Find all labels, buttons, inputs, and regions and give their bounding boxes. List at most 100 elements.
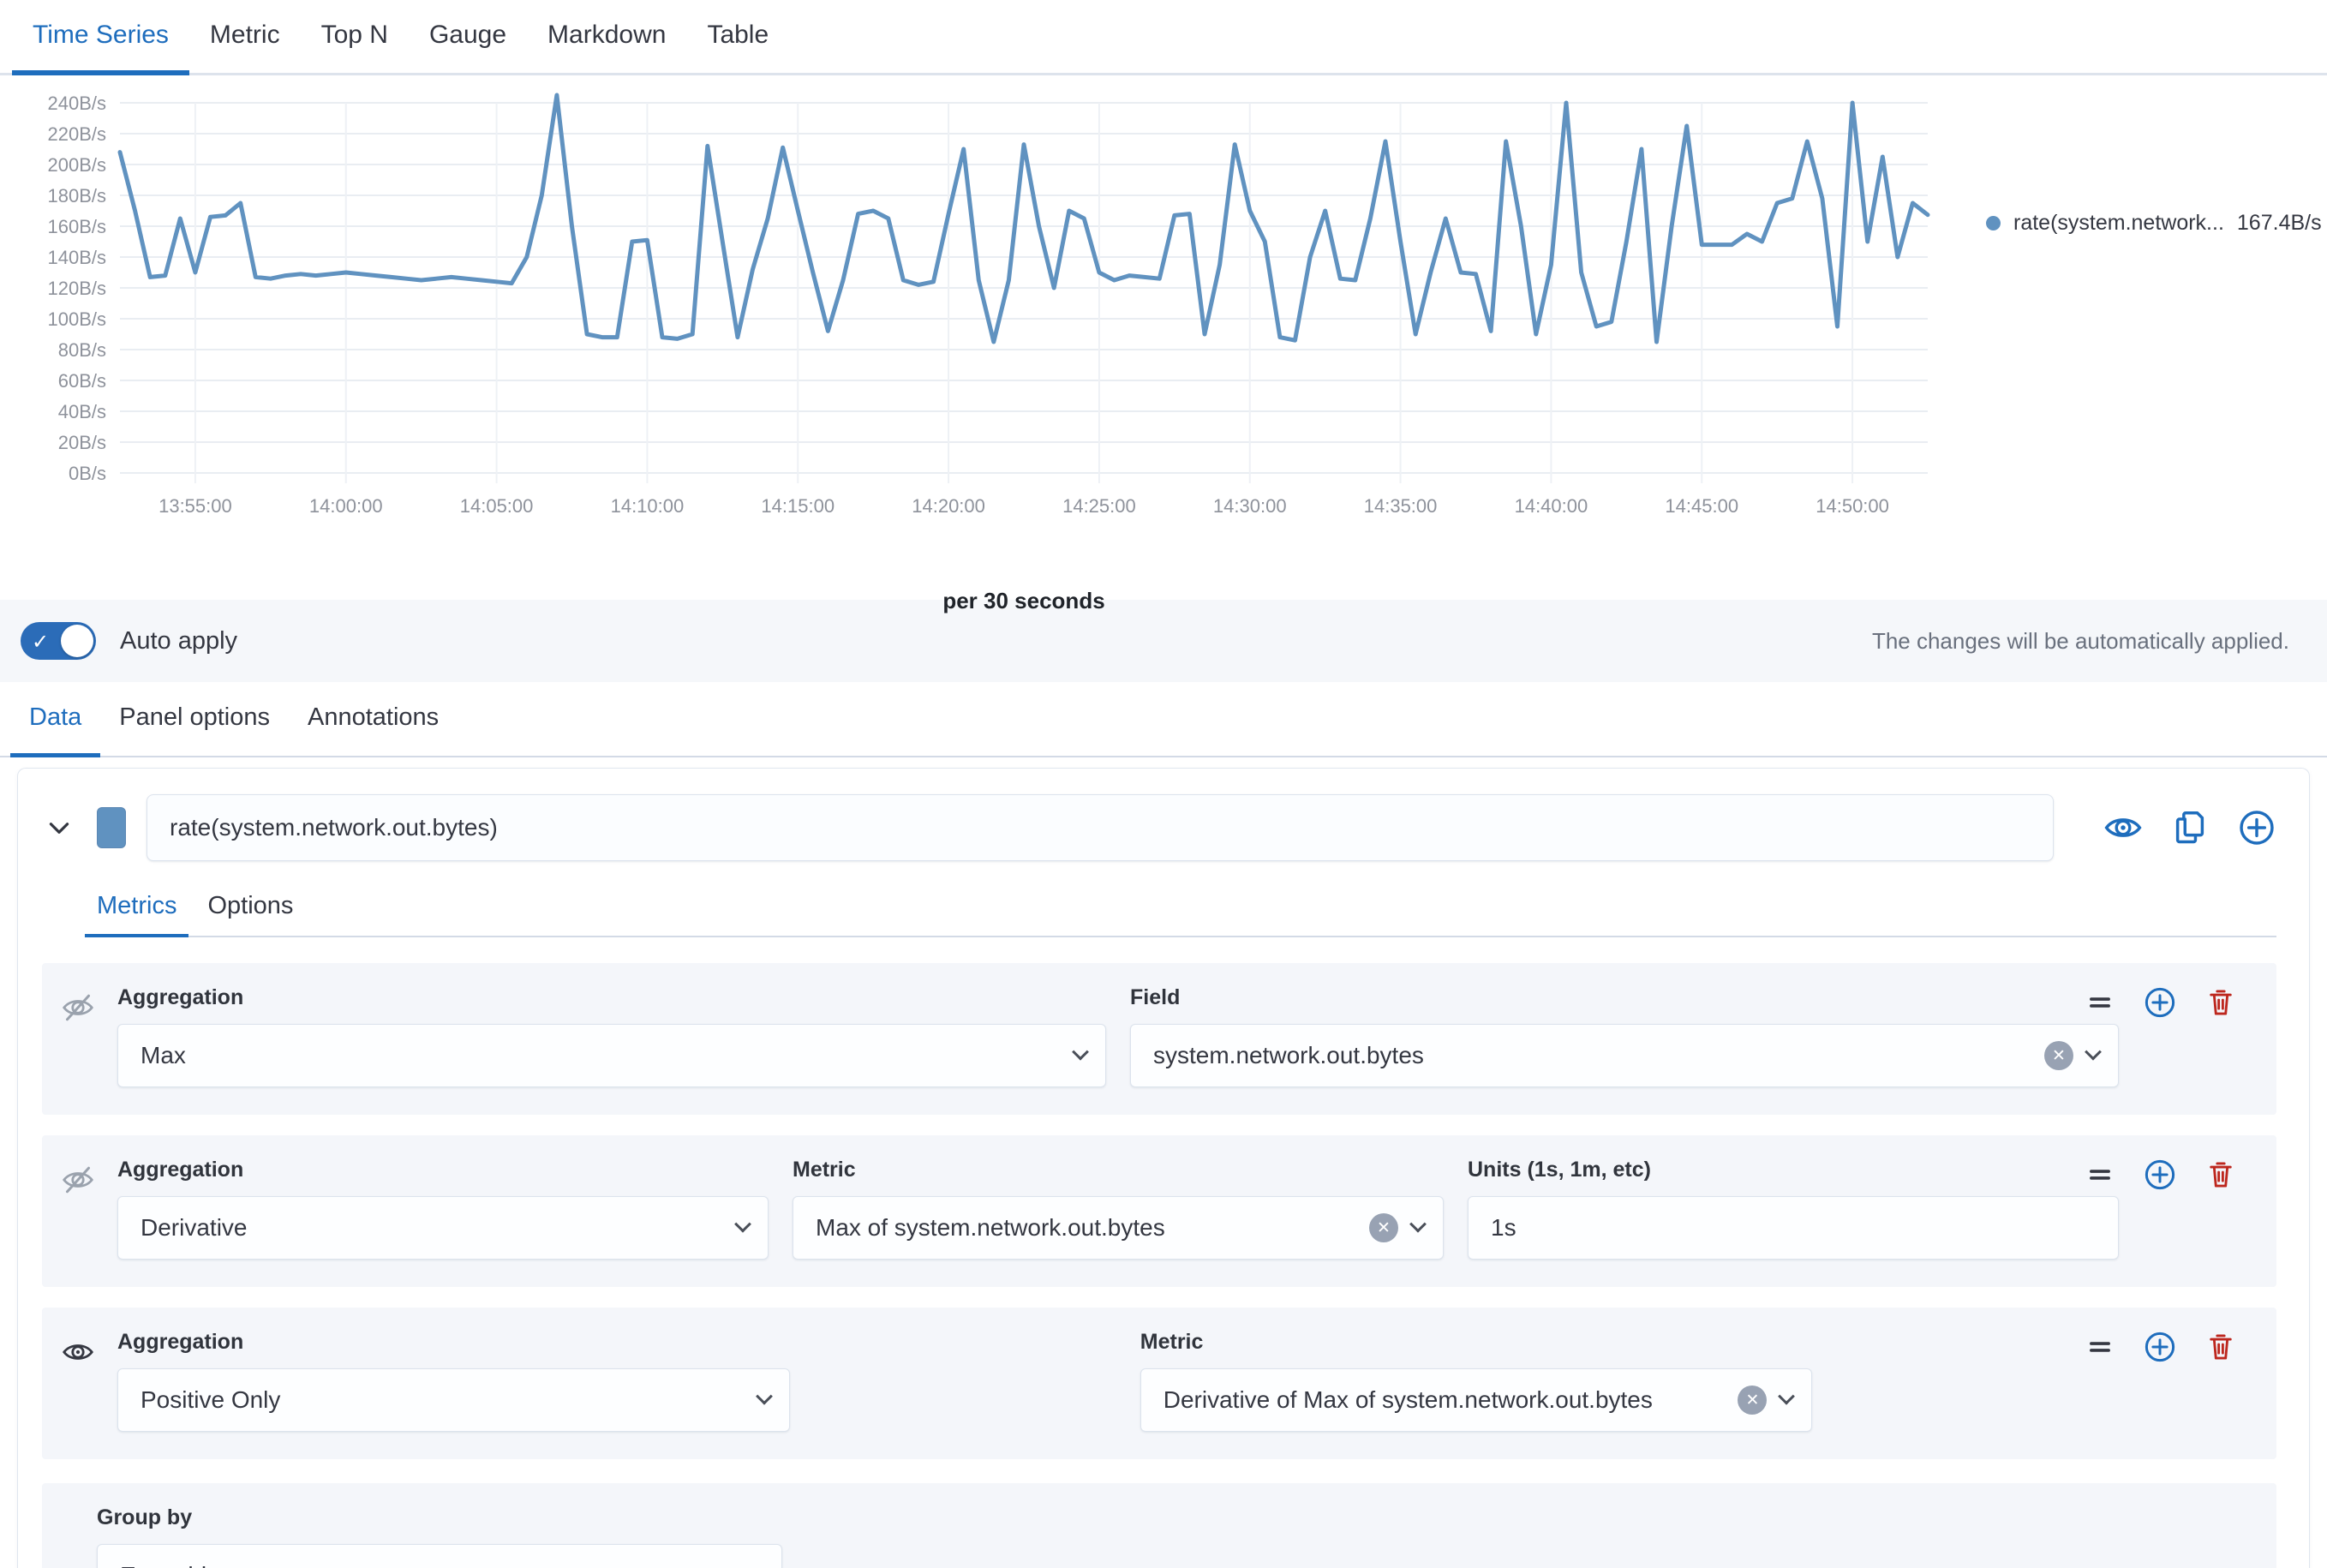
group-by-select[interactable]: Everything — [97, 1544, 782, 1568]
chart-legend-item[interactable]: rate(system.network... 167.4B/s — [1986, 211, 2322, 236]
metric-label: Metric — [1140, 1330, 1813, 1355]
units-label: Units (1s, 1m, etc) — [1468, 1158, 2119, 1182]
svg-text:20B/s: 20B/s — [58, 432, 106, 453]
svg-text:14:40:00: 14:40:00 — [1515, 495, 1588, 517]
aggregation-field-group: Aggregation Positive Only — [117, 1330, 790, 1432]
add-metric-icon[interactable] — [2143, 1330, 2177, 1364]
metric-row-derivative: Aggregation Derivative Metric Max of sys… — [42, 1135, 2276, 1287]
svg-text:13:55:00: 13:55:00 — [159, 495, 232, 517]
tab-options[interactable]: Options — [195, 882, 305, 937]
series-label-input[interactable] — [147, 794, 2054, 861]
svg-text:0B/s: 0B/s — [69, 463, 106, 484]
editor-section-tabs: Data Panel options Annotations — [0, 682, 2327, 757]
tab-panel-options[interactable]: Panel options — [100, 682, 289, 757]
drag-handle-icon[interactable] — [2085, 987, 2115, 1018]
add-series-button[interactable] — [2237, 808, 2276, 847]
eye-slash-icon — [61, 990, 95, 1025]
svg-text:140B/s: 140B/s — [48, 247, 107, 268]
svg-text:14:50:00: 14:50:00 — [1816, 495, 1889, 517]
drag-handle-icon[interactable] — [2085, 1159, 2115, 1190]
delete-metric-icon[interactable] — [2204, 1331, 2237, 1363]
chart-canvas[interactable]: 0B/s20B/s40B/s60B/s80B/s100B/s120B/s140B… — [0, 87, 1953, 567]
tab-gauge[interactable]: Gauge — [409, 0, 527, 75]
plus-circle-icon — [2237, 808, 2276, 847]
metric-hidden-button[interactable] — [61, 990, 95, 1029]
units-group: Units (1s, 1m, etc) — [1468, 1158, 2119, 1260]
toggle-knob — [61, 625, 93, 657]
metric-label: Metric — [793, 1158, 1444, 1182]
aggregation-value: Positive Only — [141, 1386, 280, 1414]
svg-text:60B/s: 60B/s — [58, 370, 106, 392]
metric-combobox[interactable]: Max of system.network.out.bytes ✕ — [793, 1196, 1444, 1260]
collapse-series-button[interactable] — [42, 813, 76, 842]
copy-icon — [2170, 808, 2210, 847]
tab-annotations[interactable]: Annotations — [289, 682, 458, 757]
metric-row-positive-only: Aggregation Positive Only Metric Derivat… — [42, 1308, 2276, 1459]
metric-hidden-button[interactable] — [61, 1163, 95, 1201]
clear-selection-icon[interactable]: ✕ — [1738, 1385, 1767, 1415]
tab-data[interactable]: Data — [10, 682, 100, 757]
svg-text:14:00:00: 14:00:00 — [309, 495, 383, 517]
drag-handle-icon[interactable] — [2085, 1332, 2115, 1362]
metric-visible-button[interactable] — [61, 1335, 95, 1373]
metric-group: Metric Max of system.network.out.bytes ✕ — [793, 1158, 1444, 1260]
aggregation-select[interactable]: Positive Only — [117, 1368, 790, 1432]
field-combobox[interactable]: system.network.out.bytes ✕ — [1130, 1024, 2119, 1087]
eye-icon — [61, 1335, 95, 1369]
units-input[interactable] — [1468, 1196, 2119, 1260]
svg-text:14:10:00: 14:10:00 — [611, 495, 685, 517]
metric-value: Max of system.network.out.bytes — [816, 1214, 1165, 1242]
aggregation-value: Max — [141, 1042, 186, 1069]
svg-text:14:25:00: 14:25:00 — [1062, 495, 1136, 517]
legend-series-label: rate(system.network... — [2013, 211, 2224, 236]
chevron-down-icon — [45, 813, 74, 842]
delete-metric-icon[interactable] — [2204, 1158, 2237, 1191]
svg-text:240B/s: 240B/s — [48, 93, 107, 114]
legend-series-value: 167.4B/s — [2237, 211, 2322, 236]
svg-text:200B/s: 200B/s — [48, 154, 107, 176]
chevron-down-icon — [1072, 1044, 1089, 1061]
tab-top-n[interactable]: Top N — [301, 0, 409, 75]
legend-color-dot — [1986, 216, 2001, 230]
tab-metrics[interactable]: Metrics — [85, 882, 188, 937]
tab-table[interactable]: Table — [686, 0, 789, 75]
delete-metric-icon[interactable] — [2204, 986, 2237, 1019]
add-metric-icon[interactable] — [2143, 985, 2177, 1020]
svg-text:100B/s: 100B/s — [48, 308, 107, 330]
tab-time-series[interactable]: Time Series — [12, 0, 189, 75]
svg-text:180B/s: 180B/s — [48, 185, 107, 206]
series-sub-tabs: Metrics Options — [85, 882, 2276, 937]
chevron-down-icon — [748, 1564, 765, 1568]
auto-apply-toggle[interactable]: ✓ — [21, 622, 96, 660]
aggregation-label: Aggregation — [117, 1330, 790, 1355]
field-group: Field system.network.out.bytes ✕ — [1130, 985, 2119, 1087]
eye-icon — [2103, 808, 2143, 847]
svg-text:160B/s: 160B/s — [48, 216, 107, 237]
field-label: Field — [1130, 985, 2119, 1010]
chevron-down-icon — [1409, 1216, 1427, 1233]
aggregation-select[interactable]: Max — [117, 1024, 1106, 1087]
clone-series-button[interactable] — [2170, 808, 2210, 847]
eye-slash-icon — [61, 1163, 95, 1197]
aggregation-select[interactable]: Derivative — [117, 1196, 769, 1260]
chevron-down-icon — [2085, 1044, 2102, 1061]
series-color-swatch[interactable] — [97, 807, 126, 848]
aggregation-value: Derivative — [141, 1214, 247, 1242]
clear-selection-icon[interactable]: ✕ — [1369, 1213, 1398, 1242]
clear-selection-icon[interactable]: ✕ — [2044, 1041, 2073, 1070]
metric-rows: Aggregation Max Field system.network.out… — [42, 963, 2276, 1568]
toggle-series-visibility-button[interactable] — [2103, 808, 2143, 847]
group-by-value: Everything — [120, 1562, 233, 1568]
tab-markdown[interactable]: Markdown — [527, 0, 686, 75]
chevron-down-icon — [1779, 1388, 1796, 1405]
metric-combobox[interactable]: Derivative of Max of system.network.out.… — [1140, 1368, 1813, 1432]
row-actions — [2085, 1330, 2237, 1364]
svg-text:80B/s: 80B/s — [58, 339, 106, 361]
chevron-down-icon — [734, 1216, 751, 1233]
metric-row-max: Aggregation Max Field system.network.out… — [42, 963, 2276, 1115]
tab-metric[interactable]: Metric — [189, 0, 301, 75]
add-metric-icon[interactable] — [2143, 1158, 2177, 1192]
metric-group: Metric Derivative of Max of system.netwo… — [1140, 1330, 1813, 1432]
field-value: system.network.out.bytes — [1153, 1042, 1424, 1069]
auto-apply-note: The changes will be automatically applie… — [1872, 628, 2289, 655]
